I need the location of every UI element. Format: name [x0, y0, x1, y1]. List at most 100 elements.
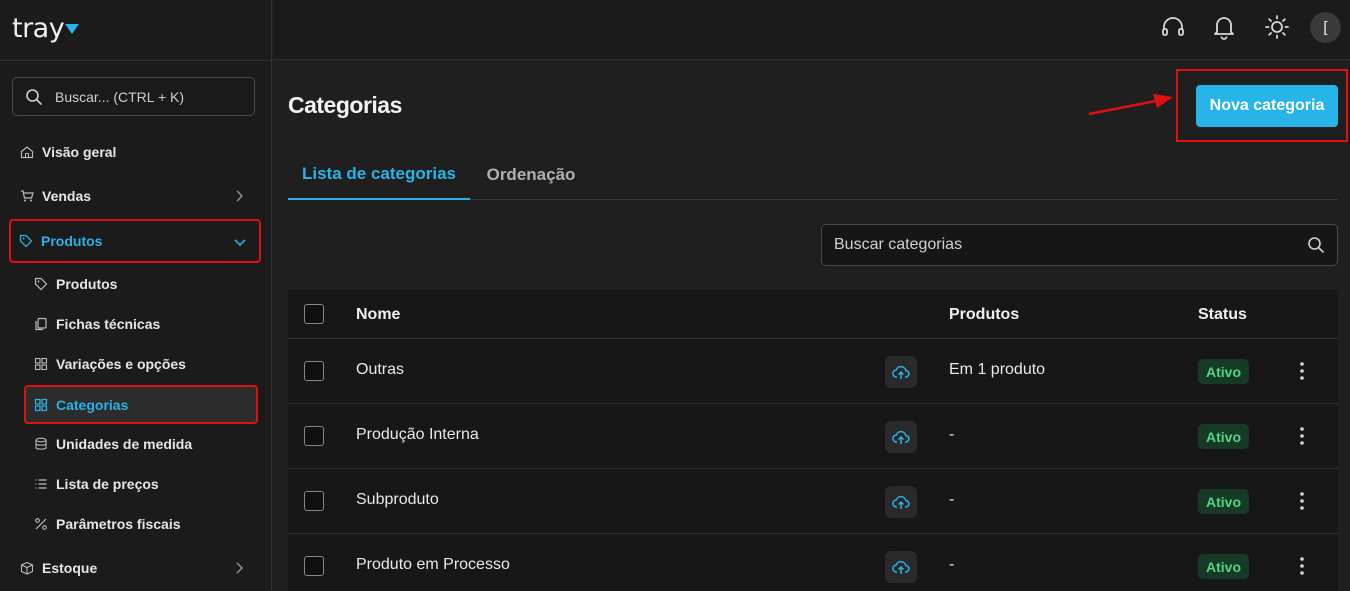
subitem-label: Fichas técnicas: [56, 316, 161, 332]
tab-label: Lista de categorias: [301, 164, 456, 183]
row-checkbox[interactable]: [304, 556, 324, 576]
box-icon: [20, 561, 34, 575]
percent-icon: [35, 518, 47, 530]
subitem-label: Categorias: [56, 396, 129, 413]
sun-icon[interactable]: [1264, 14, 1290, 40]
subitem-parametros-fiscais[interactable]: Parâmetros fiscais: [26, 506, 256, 542]
copy-icon: [35, 317, 47, 331]
category-search-input[interactable]: [834, 236, 1307, 254]
search-icon: [26, 88, 42, 105]
headset-icon[interactable]: [1160, 14, 1186, 40]
search-icon[interactable]: [1307, 236, 1325, 254]
table-row[interactable]: Produto em Processo - Ativo: [288, 534, 1338, 591]
sidebar-item-label: Estoque: [42, 560, 98, 576]
cloud-upload-icon: [892, 430, 910, 444]
sidebar-item-label: Visão geral: [42, 144, 117, 160]
cart-icon: [21, 190, 34, 202]
row-products: -: [949, 491, 955, 508]
cloud-upload-icon: [892, 495, 910, 509]
sidebar-item-vendas[interactable]: Vendas: [12, 176, 258, 216]
global-search[interactable]: [12, 77, 255, 116]
grid-icon: [34, 357, 48, 371]
table-row[interactable]: Produção Interna - Ativo: [288, 404, 1338, 469]
status-badge: Ativo: [1198, 489, 1249, 514]
avatar[interactable]: [: [1310, 12, 1341, 43]
row-checkbox[interactable]: [304, 491, 324, 511]
categories-icon: [34, 398, 48, 411]
sidebar-item-visao-geral[interactable]: Visão geral: [12, 132, 258, 172]
category-search[interactable]: [821, 224, 1338, 266]
categories-table: Nome Produtos Status Outras Em 1 produto…: [288, 290, 1338, 591]
chevron-down-icon: [234, 239, 246, 247]
subitem-label: Parâmetros fiscais: [56, 516, 181, 532]
subitem-variacoes-opcoes[interactable]: Variações e opções: [26, 346, 256, 382]
avatar-text: [: [1323, 19, 1328, 36]
database-icon: [35, 437, 47, 450]
select-all-checkbox[interactable]: [304, 304, 324, 324]
status-badge: Ativo: [1198, 424, 1249, 449]
row-checkbox[interactable]: [304, 426, 324, 446]
subitem-unidades-medida[interactable]: Unidades de medida: [26, 426, 256, 462]
sidebar-item-estoque[interactable]: Estoque: [12, 548, 258, 588]
topbar: [: [273, 0, 1350, 60]
table-row[interactable]: Outras Em 1 produto Ativo: [288, 339, 1338, 404]
subitem-fichas-tecnicas[interactable]: Fichas técnicas: [26, 306, 256, 342]
tab-ordenacao[interactable]: Ordenação: [470, 150, 592, 200]
home-icon: [20, 146, 34, 159]
more-options-icon[interactable]: [1293, 360, 1311, 382]
list-icon: [35, 479, 47, 489]
row-name: Subproduto: [356, 491, 439, 508]
row-checkbox[interactable]: [304, 361, 324, 381]
subitem-label: Variações e opções: [56, 356, 186, 372]
chevron-right-icon: [236, 562, 243, 574]
subitem-categorias[interactable]: Categorias: [24, 385, 258, 424]
upload-image-button[interactable]: [885, 421, 917, 453]
more-options-icon[interactable]: [1293, 425, 1311, 447]
upload-image-button[interactable]: [885, 551, 917, 583]
upload-image-button[interactable]: [885, 486, 917, 518]
row-name: Outras: [356, 361, 405, 378]
row-products: -: [949, 556, 955, 573]
subitem-label: Produtos: [56, 276, 118, 292]
sidebar-divider: [0, 60, 271, 61]
row-name: Produção Interna: [356, 426, 479, 443]
chevron-right-icon: [236, 190, 243, 202]
subitem-produtos[interactable]: Produtos: [26, 266, 256, 302]
status-badge: Ativo: [1198, 554, 1249, 579]
sidebar: tray Visão geral Vendas Produtos: [0, 0, 272, 591]
more-options-icon[interactable]: [1293, 490, 1311, 512]
header-products: Produtos: [949, 306, 1020, 323]
logo-cart-icon: [65, 24, 80, 34]
header-name: Nome: [356, 306, 401, 323]
new-category-highlight: Nova categoria: [1176, 69, 1348, 142]
cloud-upload-icon: [892, 365, 910, 379]
global-search-input[interactable]: [55, 88, 245, 105]
new-category-button[interactable]: Nova categoria: [1196, 85, 1338, 127]
table-header: Nome Produtos Status: [288, 290, 1338, 339]
tag-icon: [19, 234, 33, 248]
logo-text: tray: [12, 12, 65, 44]
tab-lista-categorias[interactable]: Lista de categorias: [288, 150, 470, 200]
subitem-label: Lista de preços: [56, 476, 159, 492]
status-badge: Ativo: [1198, 359, 1249, 384]
subitem-lista-precos[interactable]: Lista de preços: [26, 466, 256, 502]
tray-logo[interactable]: tray: [12, 8, 80, 48]
sidebar-item-label: Vendas: [42, 188, 92, 204]
row-products: -: [949, 426, 955, 443]
row-products: Em 1 produto: [949, 361, 1046, 378]
tabs: Lista de categorias Ordenação: [288, 150, 1338, 200]
bell-icon[interactable]: [1211, 14, 1237, 40]
tag-icon: [34, 277, 48, 291]
more-options-icon[interactable]: [1293, 555, 1311, 577]
upload-image-button[interactable]: [885, 356, 917, 388]
tab-label: Ordenação: [486, 165, 576, 184]
row-name: Produto em Processo: [356, 556, 510, 573]
annotation-arrow: [1088, 94, 1173, 116]
sidebar-item-label: Produtos: [41, 233, 103, 249]
subitem-label: Unidades de medida: [56, 436, 193, 452]
sidebar-item-produtos[interactable]: Produtos: [9, 219, 261, 263]
cloud-upload-icon: [892, 560, 910, 574]
page-title: Categorias: [288, 92, 402, 118]
header-status: Status: [1198, 306, 1247, 323]
table-row[interactable]: Subproduto - Ativo: [288, 469, 1338, 534]
